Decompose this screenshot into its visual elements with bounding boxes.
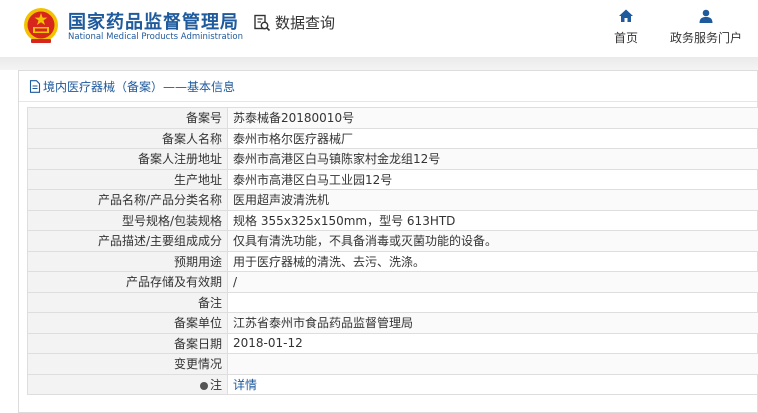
table-row: 预期用途 用于医疗器械的清洗、去污、洗涤。	[27, 250, 758, 272]
row-value	[227, 291, 758, 313]
row-value: 苏泰械备20180010号	[227, 107, 758, 129]
row-label: 备案人注册地址	[27, 148, 228, 170]
row-label: 备案号	[27, 107, 228, 129]
document-search-icon	[254, 14, 271, 31]
table-row: 备案号 苏泰械备20180010号	[27, 107, 758, 129]
row-label: 备案日期	[27, 332, 228, 354]
row-value: 泰州市高港区白马工业园12号	[227, 168, 758, 190]
details-link[interactable]: 详情	[233, 378, 257, 392]
table-row: 备案人名称 泰州市格尔医疗器械厂	[27, 127, 758, 149]
row-value	[227, 353, 758, 375]
table-row: 产品存储及有效期 /	[27, 271, 758, 293]
table-row: 备案日期 2018-01-12	[27, 332, 758, 354]
detail-panel: 境内医疗器械（备案）——基本信息 备案号 苏泰械备20180010号 备案人名称…	[18, 70, 758, 413]
header-divider	[0, 57, 758, 70]
table-row: 备案单位 江苏省泰州市食品药品监督管理局	[27, 312, 758, 334]
row-value: /	[227, 271, 758, 293]
row-label: 预期用途	[27, 250, 228, 272]
table-row: 生产地址 泰州市高港区白马工业园12号	[27, 168, 758, 190]
location-pin-icon	[199, 381, 208, 390]
panel-header: 境内医疗器械（备案）——基本信息	[19, 71, 757, 102]
row-value: 规格 355x325x150mm，型号 613HTD	[227, 209, 758, 231]
row-label: 产品描述/主要组成成分	[27, 230, 228, 252]
row-value: 用于医疗器械的清洗、去污、洗涤。	[227, 250, 758, 272]
row-value: 详情	[227, 373, 758, 395]
note-label-cell: 注	[27, 373, 228, 395]
table-row: 变更情况	[27, 353, 758, 375]
row-value: 江苏省泰州市食品药品监督管理局	[227, 312, 758, 334]
table-row: 型号规格/包装规格 规格 355x325x150mm，型号 613HTD	[27, 209, 758, 231]
site-header: 国家药品监督管理局 National Medical Products Admi…	[0, 0, 758, 57]
table-row: 注 详情	[27, 373, 758, 395]
nav-home-label: 首页	[614, 31, 639, 45]
nav-home[interactable]: 首页	[614, 8, 638, 46]
row-label: 型号规格/包装规格	[27, 209, 228, 231]
nav-portal-label: 政务服务门户	[670, 31, 743, 45]
user-icon	[699, 9, 713, 23]
brand-title-cn: 国家药品监督管理局	[68, 12, 239, 33]
row-label: 备案单位	[27, 312, 228, 334]
data-query-link[interactable]: 数据查询	[253, 12, 335, 33]
brand-title-en: National Medical Products Administration	[68, 32, 243, 42]
row-label: 产品存储及有效期	[27, 271, 228, 293]
document-icon	[29, 79, 41, 93]
info-table: 备案号 苏泰械备20180010号 备案人名称 泰州市格尔医疗器械厂 备案人注册…	[27, 107, 758, 395]
row-value: 泰州市格尔医疗器械厂	[227, 127, 758, 149]
row-label: 变更情况	[27, 353, 228, 375]
row-label: 备案人名称	[27, 127, 228, 149]
national-emblem-icon	[24, 8, 58, 43]
table-row: 备案人注册地址 泰州市高港区白马镇陈家村金龙组12号	[27, 148, 758, 170]
home-icon	[619, 9, 633, 22]
row-value: 仅具有清洗功能，不具备消毒或灭菌功能的设备。	[227, 230, 758, 252]
row-label: 备注	[27, 291, 228, 313]
table-row: 产品描述/主要组成成分 仅具有清洗功能，不具备消毒或灭菌功能的设备。	[27, 230, 758, 252]
row-label: 生产地址	[27, 168, 228, 190]
row-value: 泰州市高港区白马镇陈家村金龙组12号	[227, 148, 758, 170]
table-row: 备注	[27, 291, 758, 313]
row-value: 2018-01-12	[227, 332, 758, 354]
nav-service-portal[interactable]: 政务服务门户	[670, 8, 742, 46]
row-value: 医用超声波清洗机	[227, 189, 758, 211]
row-label: 注	[209, 377, 222, 392]
data-query-label: 数据查询	[275, 14, 336, 32]
table-row: 产品名称/产品分类名称 医用超声波清洗机	[27, 189, 758, 211]
row-label: 产品名称/产品分类名称	[27, 189, 228, 211]
breadcrumb: 境内医疗器械（备案）——基本信息	[43, 79, 236, 94]
